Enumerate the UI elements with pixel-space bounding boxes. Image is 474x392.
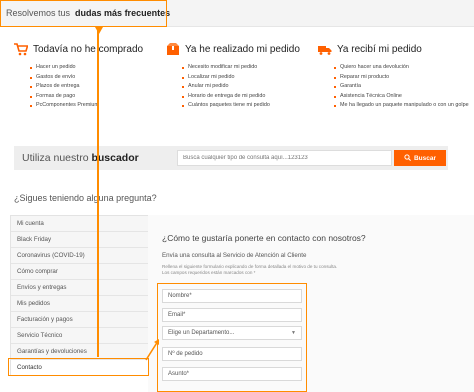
faq-link[interactable]: Anular mi pedido <box>182 82 300 92</box>
menu-item-facturacion[interactable]: Facturación y pagos <box>11 312 149 328</box>
search-input[interactable] <box>177 150 392 166</box>
annotation-highlight-form <box>157 283 307 392</box>
search-title: Utiliza nuestro buscador <box>22 152 139 164</box>
menu-item-mis-pedidos[interactable]: Mis pedidos <box>11 296 149 312</box>
arrow-head-down-icon <box>95 27 103 34</box>
annotation-line-vertical <box>97 27 99 357</box>
faq-link[interactable]: Gastos de envío <box>29 73 143 83</box>
menu-item-coronavirus[interactable]: Coronavirus (COVID-19) <box>11 248 149 264</box>
faq-link[interactable]: Localizar mi pedido <box>182 73 300 83</box>
search-button-label: Buscar <box>413 154 437 162</box>
faq-link[interactable]: Garantía <box>334 82 469 92</box>
search-icon <box>404 153 411 163</box>
menu-item-mi-cuenta[interactable]: Mi cuenta <box>11 216 149 232</box>
faq-section-not-purchased: Todavía no he comprado Hacer un pedido G… <box>14 42 143 111</box>
search-section: Utiliza nuestro buscador Buscar <box>14 146 448 170</box>
faq-link[interactable]: Cuántos paquetes tiene mi pedido <box>182 101 300 111</box>
faq-link[interactable]: Horario de entrega de mi pedido <box>182 92 300 102</box>
annotation-highlight-contacto <box>8 358 149 376</box>
faq-link[interactable]: Quiero hacer una devolución <box>334 63 469 73</box>
cart-icon <box>14 42 28 56</box>
faq-link[interactable]: Asistencia Técnica Online <box>334 92 469 102</box>
faq-link[interactable]: Hacer un pedido <box>29 63 143 73</box>
menu-item-envios[interactable]: Envíos y entregas <box>11 280 149 296</box>
arrow-diagonal-icon <box>145 339 159 361</box>
truck-icon <box>318 42 332 56</box>
faq-link[interactable]: Plazos de entrega <box>29 82 143 92</box>
menu-item-black-friday[interactable]: Black Friday <box>11 232 149 248</box>
annotation-highlight-top <box>0 0 167 27</box>
faq-link[interactable]: Reparar mi producto <box>334 73 469 83</box>
faq-link[interactable]: Me ha llegado un paquete manipulado o co… <box>334 101 469 111</box>
faq-link[interactable]: PcComponentes Premium <box>29 101 143 111</box>
faq-section-ordered: Ya he realizado mi pedido Necesito modif… <box>166 42 300 111</box>
search-button[interactable]: Buscar <box>394 150 446 166</box>
faq-link[interactable]: Necesito modificar mi pedido <box>182 63 300 73</box>
faq-section-received: Ya recibí mi pedido Quiero hacer una dev… <box>318 42 469 111</box>
faq-link[interactable]: Formas de pago <box>29 92 143 102</box>
section-title: Todavía no he comprado <box>33 43 144 55</box>
help-question: ¿Sigues teniendo alguna pregunta? <box>14 193 157 203</box>
contact-hint: Rellena el siguiente formulario explican… <box>162 264 338 275</box>
section-title: Ya he realizado mi pedido <box>185 43 300 55</box>
help-menu: Mi cuenta Black Friday Coronavirus (COVI… <box>10 215 150 376</box>
menu-item-como-comprar[interactable]: Cómo comprar <box>11 264 149 280</box>
contact-question: ¿Cómo te gustaría ponerte en contacto co… <box>162 233 366 243</box>
menu-item-servicio-tecnico[interactable]: Servicio Técnico <box>11 328 149 344</box>
box-icon <box>166 42 180 56</box>
section-title: Ya recibí mi pedido <box>337 43 422 55</box>
contact-subtitle: Envía una consulta al Servicio de Atenci… <box>162 252 307 259</box>
